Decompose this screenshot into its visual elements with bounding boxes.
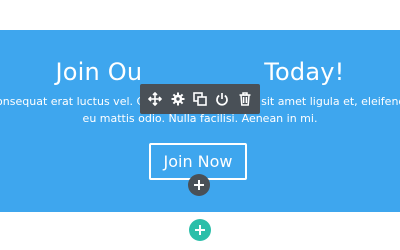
hero-heading-right: Today! bbox=[264, 58, 345, 86]
hero-heading: Join Ou Today! bbox=[0, 58, 400, 86]
add-section-button[interactable] bbox=[189, 219, 211, 241]
power-icon[interactable] bbox=[212, 89, 232, 109]
trash-icon[interactable] bbox=[235, 89, 255, 109]
settings-icon[interactable] bbox=[168, 89, 188, 109]
duplicate-icon[interactable] bbox=[190, 89, 210, 109]
hero-heading-left: Join Ou bbox=[55, 58, 143, 86]
plus-icon bbox=[195, 225, 205, 235]
plus-icon bbox=[194, 180, 204, 190]
page: Join OuToday! consequat erat luctus vel.… bbox=[0, 0, 400, 250]
move-icon[interactable] bbox=[145, 89, 165, 109]
add-module-button[interactable] bbox=[188, 174, 210, 196]
module-toolbar bbox=[140, 84, 260, 114]
